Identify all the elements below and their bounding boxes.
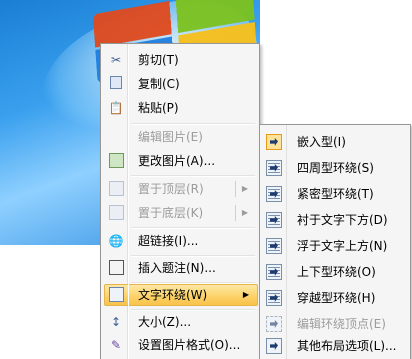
menu-separator — [131, 282, 255, 283]
split-divider — [235, 181, 236, 197]
submenu-arrow-icon: ▶ — [241, 184, 248, 193]
page-background-bottom — [0, 245, 100, 359]
submenu-item-more-layout-options[interactable]: 其他布局选项(L)... — [263, 333, 407, 359]
submenu-arrow-icon: ▶ — [242, 290, 249, 299]
menu-item-change-picture[interactable]: 更改图片(A)... — [104, 150, 256, 172]
submenu-item-behind-text[interactable]: 衬于文字下方(D) — [263, 207, 407, 233]
paste-icon: 📋 — [108, 101, 124, 115]
menu-item-format-picture[interactable]: ✎ 设置图片格式(O)... — [104, 334, 256, 356]
format-picture-icon: ✎ — [110, 338, 122, 352]
send-to-back-icon — [108, 205, 124, 221]
bring-to-front-icon — [108, 181, 124, 197]
menu-item-paste[interactable]: 📋 粘贴(P) — [104, 97, 256, 119]
menu-item-copy[interactable]: 复制(C) — [104, 73, 256, 95]
page-background — [260, 0, 412, 18]
submenu-item-top-bottom[interactable]: 上下型环绕(O) — [263, 259, 407, 285]
change-picture-icon — [108, 153, 124, 169]
hyperlink-globe-icon: 🌐 — [108, 234, 124, 248]
menu-separator — [131, 123, 255, 124]
insert-caption-icon — [108, 260, 124, 276]
submenu-item-through[interactable]: 穿越型环绕(H) — [263, 285, 407, 311]
menu-item-hyperlink[interactable]: 🌐 超链接(I)... — [104, 230, 256, 252]
text-wrap-icon — [108, 287, 124, 303]
more-layout-options-icon — [266, 338, 282, 354]
menu-separator — [131, 227, 255, 228]
context-menu: ✂ 剪切(T) 复制(C) 📋 粘贴(P) 编辑图片(E) 更改图片(A)...… — [100, 43, 260, 359]
wrap-inline-icon — [266, 134, 282, 150]
menu-item-cut[interactable]: ✂ 剪切(T) — [104, 49, 256, 71]
menu-item-insert-caption[interactable]: 插入题注(N)... — [104, 257, 256, 279]
menu-item-send-to-back[interactable]: 置于底层(K) ▶ — [104, 202, 256, 224]
menu-separator — [131, 255, 255, 256]
menu-item-text-wrapping[interactable]: 文字环绕(W) ▶ — [104, 284, 258, 306]
menu-item-size[interactable]: ↕ 大小(Z)... — [104, 311, 256, 333]
wrap-behind-text-icon — [266, 212, 282, 228]
menu-separator — [131, 175, 255, 176]
split-divider — [235, 205, 236, 221]
wrap-through-icon — [266, 290, 282, 306]
scissors-icon: ✂ — [110, 53, 122, 67]
copy-icon — [108, 76, 124, 92]
submenu-item-in-front[interactable]: 浮于文字上方(N) — [263, 233, 407, 259]
submenu-arrow-icon: ▶ — [241, 208, 248, 217]
wrap-top-bottom-icon — [266, 264, 282, 280]
size-icon: ↕ — [110, 315, 122, 329]
submenu-item-inline[interactable]: 嵌入型(I) — [263, 129, 407, 155]
wrap-square-icon — [266, 160, 282, 176]
wrap-in-front-icon — [266, 238, 282, 254]
submenu-item-square[interactable]: 四周型环绕(S) — [263, 155, 407, 181]
menu-item-bring-to-front[interactable]: 置于顶层(R) ▶ — [104, 178, 256, 200]
text-wrapping-submenu: 嵌入型(I) 四周型环绕(S) 紧密型环绕(T) 衬于文字下方(D) 浮于文字上… — [259, 124, 411, 359]
edit-wrap-points-icon — [266, 316, 282, 332]
screenshot-stage: ✂ 剪切(T) 复制(C) 📋 粘贴(P) 编辑图片(E) 更改图片(A)...… — [0, 0, 412, 359]
menu-separator — [131, 309, 255, 310]
menu-item-edit-picture[interactable]: 编辑图片(E) — [104, 126, 256, 148]
wrap-tight-icon — [266, 186, 282, 202]
submenu-item-tight[interactable]: 紧密型环绕(T) — [263, 181, 407, 207]
